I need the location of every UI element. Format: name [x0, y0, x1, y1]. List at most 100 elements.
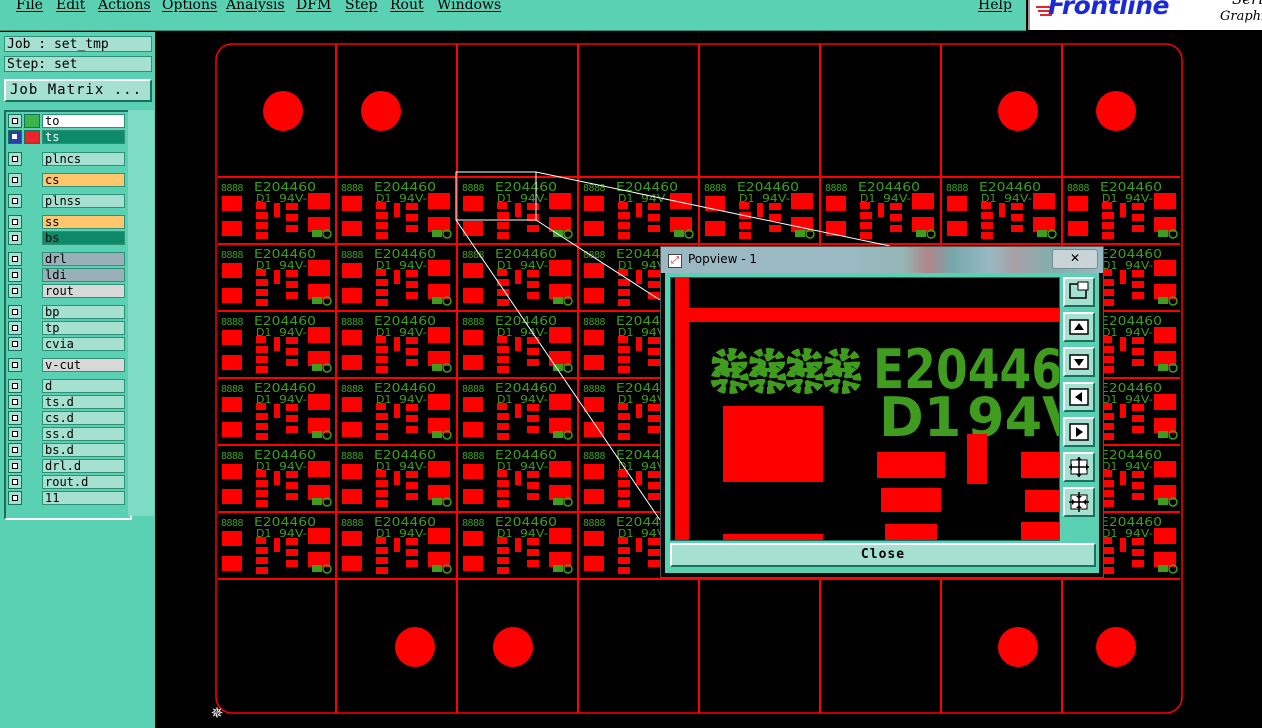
unit-marking-code: 8888 [462, 317, 485, 328]
unit-pad [878, 203, 884, 217]
unit-pad [256, 567, 268, 574]
unit-pad [549, 327, 571, 343]
unit-marking-code: 8888 [462, 451, 485, 462]
unit-pad [636, 404, 642, 418]
popview-title: Popview - 1 [688, 252, 757, 266]
unit-pad [406, 203, 418, 210]
unit-pad [999, 203, 1005, 217]
unit-pad [527, 549, 539, 556]
unit-silk-mark [312, 297, 322, 304]
unit-pad [549, 260, 571, 276]
unit-pad [860, 212, 872, 219]
unit-pad [618, 289, 630, 296]
unit-pad [256, 289, 268, 296]
pan-left-icon[interactable] [1063, 382, 1095, 412]
unit-marking-code: 8888 [341, 183, 364, 194]
unit-pad [376, 279, 388, 286]
unit-pad [406, 482, 418, 489]
unit-pad [256, 279, 268, 286]
unit-pad [527, 493, 539, 500]
unit-pad [1154, 394, 1176, 410]
unit-pad [342, 263, 362, 278]
unit-pad [527, 348, 539, 355]
unit-pad [648, 348, 660, 355]
unit-pad [222, 355, 242, 370]
unit-pad [497, 222, 509, 229]
unit-pad [497, 299, 509, 306]
unit-pad [618, 480, 630, 487]
unit-pad [497, 537, 507, 544]
unit-pad [769, 203, 781, 210]
unit-pad [515, 270, 521, 284]
unit-pad [376, 557, 388, 564]
unit-marking-code: 8888 [946, 183, 969, 194]
window-close-icon[interactable]: ✕ [1052, 249, 1098, 269]
unit-pad [1132, 538, 1144, 545]
zoom-out-icon[interactable] [1063, 487, 1095, 517]
unit-pad [286, 203, 298, 210]
unit-pad [406, 538, 418, 545]
pan-up-icon[interactable] [1063, 312, 1095, 342]
popview-titlebar[interactable]: ⤢ Popview - 1 ✕ [661, 247, 1103, 273]
unit-pad [527, 538, 539, 545]
unit-silk-mark [1158, 297, 1168, 304]
fiducial-circle [1096, 627, 1136, 667]
unit-pad [1132, 359, 1144, 366]
unit-pad [406, 281, 418, 288]
zoom-pad-large [723, 406, 823, 482]
unit-pad [1132, 225, 1144, 232]
unit-pad [256, 433, 268, 440]
unit-pad [497, 232, 509, 239]
unit-pad [648, 426, 660, 433]
unit-pad [1102, 232, 1114, 239]
unit-pad [1120, 270, 1126, 284]
unit-pad [497, 366, 509, 373]
unit-pad [406, 214, 418, 221]
unit-pad [826, 196, 846, 211]
popview-canvas[interactable]: 8888 E20446 D1 94V [670, 277, 1060, 541]
unit-pad [376, 547, 388, 554]
zoom-in-icon[interactable] [1063, 452, 1095, 482]
unit-marking-code: 8888 [583, 451, 606, 462]
pan-right-icon[interactable] [1063, 417, 1095, 447]
unit-pad [376, 500, 388, 507]
unit-pad [1132, 203, 1144, 210]
zoom-pad [967, 434, 987, 484]
unit-pad [342, 556, 362, 571]
unit-pad [584, 489, 604, 504]
unit-pad [618, 232, 630, 239]
unit-marking-code: 8888 [221, 250, 244, 261]
unit-pad [463, 422, 483, 437]
unit-pad [342, 489, 362, 504]
unit-pad [342, 196, 362, 211]
unit-pad [648, 214, 660, 221]
zoom-frame-top [675, 308, 1059, 322]
zoom-home-icon[interactable] [1063, 277, 1095, 307]
unit-pad [648, 482, 660, 489]
unit-pad [527, 281, 539, 288]
unit-pad [256, 299, 268, 306]
unit-silk-mark [312, 431, 322, 438]
unit-pad [376, 346, 388, 353]
unit-pad [286, 482, 298, 489]
unit-pad [274, 538, 280, 552]
fiducial-circle [493, 627, 533, 667]
unit-pad [394, 471, 400, 485]
unit-pad [286, 538, 298, 545]
unit-pad [791, 193, 813, 209]
unit-pad [463, 397, 483, 412]
unit-marking-code: 8888 [583, 250, 606, 261]
unit-pad [1132, 493, 1144, 500]
pan-down-icon[interactable] [1063, 347, 1095, 377]
unit-marking-code: 8888 [583, 317, 606, 328]
unit-pad [584, 397, 604, 412]
unit-pad [515, 404, 521, 418]
unit-pad [618, 547, 630, 554]
unit-silk-mark [312, 230, 322, 237]
unit-pad [636, 337, 642, 351]
unit-pad [406, 292, 418, 299]
unit-pad [222, 263, 242, 278]
unit-marking-code: 8888 [462, 518, 485, 529]
popview-close-button[interactable]: Close [670, 543, 1096, 567]
unit-pad [406, 493, 418, 500]
